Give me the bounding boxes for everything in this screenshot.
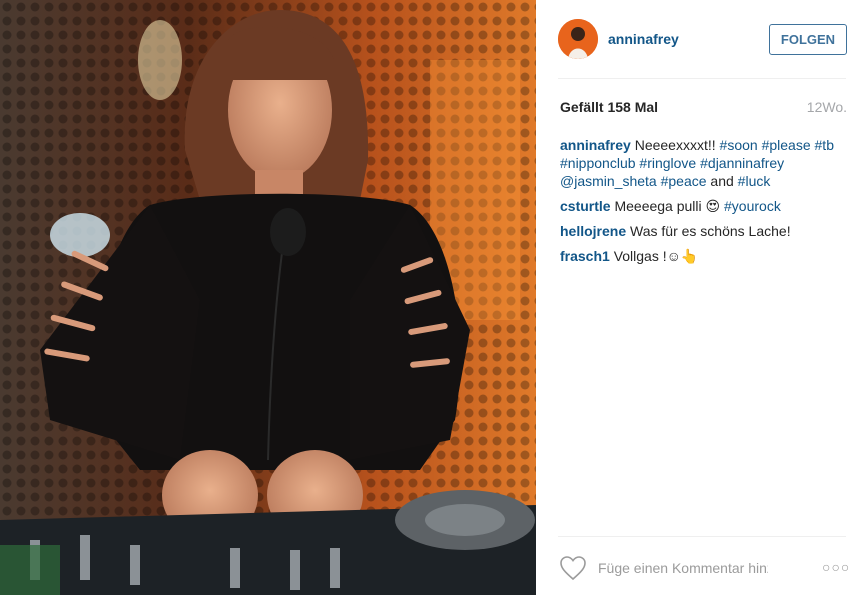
dj-photo-illustration — [0, 0, 536, 595]
post-sidebar: anninafrey FOLGEN Gefällt 158 Mal 12Wo. … — [536, 0, 854, 595]
post-footer: ○○○ — [536, 541, 854, 595]
caption-text-part: and — [706, 173, 738, 189]
caption: anninafrey Neeeexxxxt!! #soon #please #t… — [560, 136, 845, 190]
hashtag-link[interactable]: #nipponclub — [560, 155, 636, 171]
username-link[interactable]: anninafrey — [608, 31, 679, 47]
comment-username[interactable]: hellojrene — [560, 223, 626, 239]
hashtag-link[interactable]: #ringlove — [639, 155, 696, 171]
more-options-icon[interactable]: ○○○ — [822, 559, 850, 575]
header-divider — [558, 78, 846, 79]
comment-username[interactable]: anninafrey — [560, 137, 631, 153]
mention-link[interactable]: @jasmin_sheta — [560, 173, 657, 189]
hashtag-link[interactable]: #soon — [720, 137, 758, 153]
comment-text: Was für es schöns Lache! — [630, 223, 791, 239]
comment-text: Vollgas !☺👆 — [613, 248, 699, 264]
comment-text: Meeeega pulli 😍 — [614, 198, 725, 214]
hashtag-link[interactable]: #please — [762, 137, 811, 153]
hashtag-link[interactable]: #yourock — [724, 198, 781, 214]
comment: hellojrene Was für es schöns Lache! — [560, 222, 845, 240]
comment-list: anninafrey Neeeexxxxt!! #soon #please #t… — [560, 136, 845, 272]
hashtag-link[interactable]: #luck — [738, 173, 771, 189]
comment: csturtle Meeeega pulli 😍 #yourock — [560, 197, 845, 215]
footer-divider — [558, 536, 846, 537]
caption-text-part: Neeeexxxxt!! — [634, 137, 720, 153]
hashtag-link[interactable]: #tb — [815, 137, 834, 153]
follow-button[interactable]: FOLGEN — [769, 24, 847, 55]
comment: frasch1 Vollgas !☺👆 — [560, 247, 845, 265]
post-header: anninafrey FOLGEN — [536, 0, 854, 78]
hashtag-link[interactable]: #peace — [661, 173, 707, 189]
post-photo[interactable] — [0, 0, 536, 595]
likes-count[interactable]: Gefällt 158 Mal — [560, 99, 658, 115]
hashtag-link[interactable]: #djanninafrey — [700, 155, 784, 171]
comment-username[interactable]: frasch1 — [560, 248, 610, 264]
heart-outline-icon[interactable] — [559, 555, 587, 581]
avatar[interactable] — [558, 19, 598, 59]
comment-username[interactable]: csturtle — [560, 198, 611, 214]
post-age[interactable]: 12Wo. — [807, 99, 847, 115]
comment-input[interactable] — [598, 558, 768, 578]
likes-row: Gefällt 158 Mal 12Wo. — [560, 99, 847, 117]
